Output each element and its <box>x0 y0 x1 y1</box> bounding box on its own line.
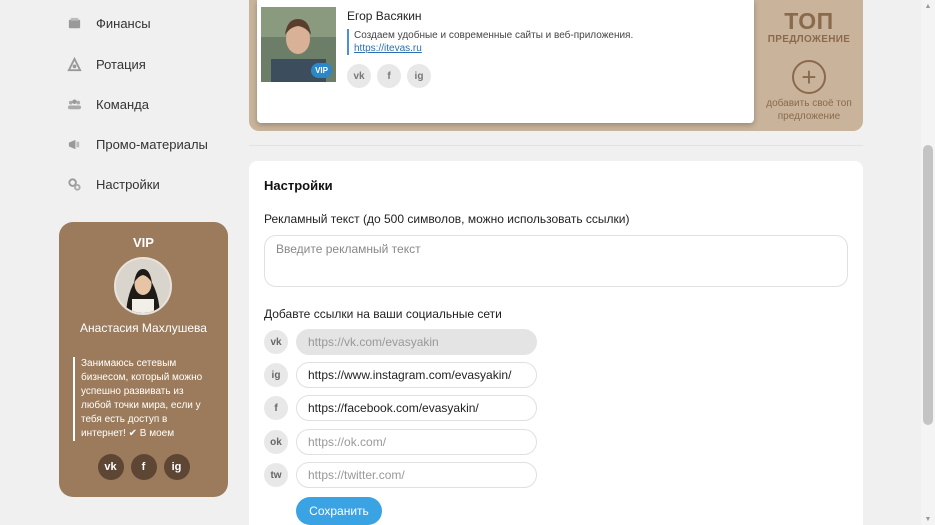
ad-text-label: Рекламный текст (до 500 символов, можно … <box>264 212 630 226</box>
sidebar-item-label: Промо-материалы <box>96 136 208 152</box>
vip-badge: VIP <box>311 63 332 78</box>
scroll-thumb[interactable] <box>923 145 933 425</box>
vk-link-input[interactable] <box>296 329 537 355</box>
vip-card-name: Анастасия Махлушева <box>80 321 207 335</box>
sidebar-item-team[interactable]: Команда <box>66 93 149 115</box>
profile-card: VIP Егор Васякин Создаем удобные и совре… <box>257 0 754 123</box>
social-link-row-instagram: ig <box>264 362 537 388</box>
social-link-row-facebook: f <box>264 395 537 421</box>
vip-card-socials: vk f ig <box>59 454 228 480</box>
odnoklassniki-icon: ok <box>264 430 288 454</box>
profile-name: Егор Васякин <box>347 9 422 23</box>
twitter-icon: tw <box>264 463 288 487</box>
profile-photo: VIP <box>261 7 336 82</box>
ad-text-input[interactable] <box>264 235 848 287</box>
vip-card-title: VIP <box>133 235 154 250</box>
sidebar-item-promo[interactable]: Промо-материалы <box>66 133 208 155</box>
instagram-link-input[interactable] <box>296 362 537 388</box>
save-button[interactable]: Сохранить <box>296 497 382 525</box>
social-link-row-vk: vk <box>264 329 537 355</box>
vk-icon[interactable]: vk <box>347 64 371 88</box>
facebook-link-input[interactable] <box>296 395 537 421</box>
sidebar-item-label: Ротация <box>96 56 146 72</box>
team-icon <box>66 96 82 112</box>
megaphone-icon <box>66 136 82 152</box>
top-offer-label: ТОП ПРЕДЛОЖЕНИЕ <box>757 8 861 45</box>
scroll-down-arrow-icon[interactable]: ▼ <box>921 513 935 525</box>
social-link-row-ok: ok <box>264 429 537 455</box>
vk-icon[interactable]: vk <box>97 454 124 480</box>
sidebar-item-settings[interactable]: Настройки <box>66 173 160 195</box>
ok-link-input[interactable] <box>296 429 537 455</box>
twitter-link-input[interactable] <box>296 462 537 488</box>
divider <box>249 145 863 146</box>
sidebar-item-finances[interactable]: Финансы <box>66 12 151 34</box>
sidebar-item-rotation[interactable]: Ротация <box>66 53 146 75</box>
sidebar-item-label: Финансы <box>96 15 151 31</box>
sidebar-item-label: Настройки <box>96 176 160 192</box>
profile-description: Создаем удобные и современные сайты и ве… <box>347 29 633 55</box>
instagram-icon[interactable]: ig <box>407 64 431 88</box>
vk-icon: vk <box>264 330 288 354</box>
vip-card: VIP Анастасия Махлушева Занимаюсь сетевы… <box>59 222 228 497</box>
profile-description-text: Создаем удобные и современные сайты и ве… <box>354 30 634 41</box>
scrollbar[interactable]: ▲ ▼ <box>921 0 935 525</box>
facebook-icon[interactable]: f <box>130 454 157 480</box>
scroll-up-arrow-icon[interactable]: ▲ <box>921 0 935 12</box>
wallet-icon <box>66 15 82 31</box>
avatar <box>114 257 172 315</box>
instagram-icon: ig <box>264 363 288 387</box>
top-offer-title: ТОП <box>784 8 834 34</box>
social-links-label: Добавте ссылки на ваши социальные сети <box>264 307 502 321</box>
add-top-offer-label: добавить своё топ предложение <box>766 98 852 122</box>
profile-link[interactable]: https://itevas.ru <box>354 43 422 54</box>
instagram-icon[interactable]: ig <box>163 454 190 480</box>
rotation-icon <box>66 56 82 72</box>
facebook-icon[interactable]: f <box>377 64 401 88</box>
social-link-row-twitter: tw <box>264 462 537 488</box>
settings-title: Настройки <box>264 178 333 193</box>
facebook-icon: f <box>264 396 288 420</box>
top-offer-subtitle: ПРЕДЛОЖЕНИЕ <box>767 34 851 45</box>
add-top-offer-button[interactable]: + <box>792 60 826 94</box>
profile-socials: vk f ig <box>347 64 431 88</box>
settings-panel: Настройки Рекламный текст (до 500 символ… <box>249 161 863 525</box>
vip-card-text: Занимаюсь сетевым бизнесом, который можн… <box>73 357 213 441</box>
sidebar-item-label: Команда <box>96 96 149 112</box>
gears-icon <box>66 176 82 192</box>
